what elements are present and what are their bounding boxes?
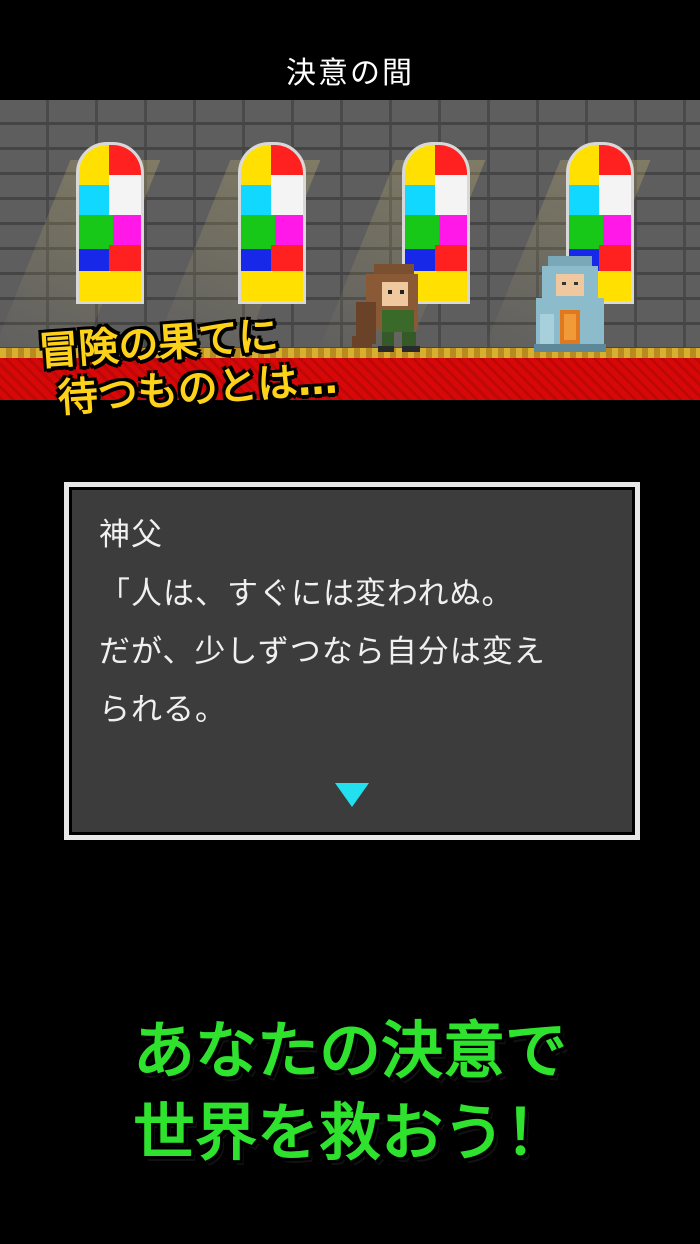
catchphrase: あなたの決意で 世界を救おう！ [0,1010,700,1174]
dialog-box[interactable]: 神父 「人は、すぐには変われぬ。 だが、少しずつなら自分は変え られる。 [64,482,640,840]
dialog-line: だが、少しずつなら自分は変え [99,634,546,670]
catchphrase-line-2: 世界を救おう！ [132,1096,567,1169]
hooded-hero-sprite [352,264,420,352]
next-arrow-icon[interactable] [335,783,369,807]
catchphrase-line-1: あなたの決意で [132,1014,567,1087]
tagline: 冒険の果てに 待つものとは… [37,308,339,424]
priest-sprite [534,256,606,352]
location-title: 決意の間 [286,56,414,91]
dialog-speaker: 神父 [99,517,163,553]
stained-glass-window [238,142,306,304]
dialog-line: 「人は、すぐには変われぬ。 [99,576,514,612]
stained-glass-window [76,142,144,304]
dialog-body: 「人は、すぐには変われぬ。 だが、少しずつなら自分は変え られる。 [99,565,546,739]
dialog-line: られる。 [99,692,227,728]
